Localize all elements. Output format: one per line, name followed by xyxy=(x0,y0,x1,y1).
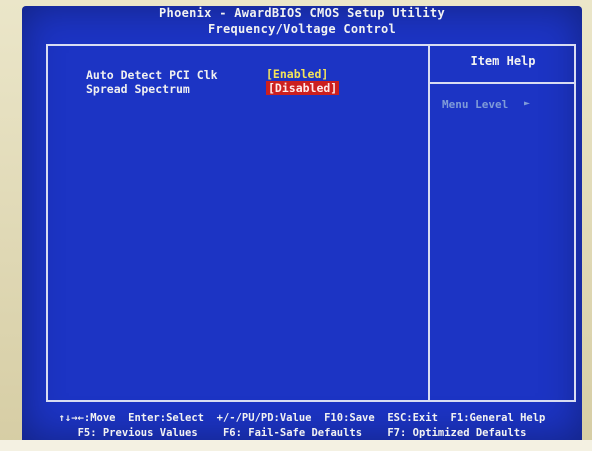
right-arrow-icon: ► xyxy=(524,98,531,109)
setting-label-auto-detect-pci-clk[interactable]: Auto Detect PCI Clk xyxy=(86,68,218,82)
footer-key-help-line1: ↑↓→←:Move Enter:Select +/-/PU/PD:Value F… xyxy=(58,412,546,424)
help-header-divider xyxy=(430,82,576,84)
monitor-bezel-bottom xyxy=(0,440,592,451)
footer-key-help-line2: F5: Previous Values F6: Fail-Safe Defaul… xyxy=(77,427,527,439)
bios-screen: Phoenix - AwardBIOS CMOS Setup Utility F… xyxy=(22,6,582,440)
panel-divider-vertical xyxy=(428,46,430,400)
setting-value-auto-detect-pci-clk[interactable]: [Enabled] xyxy=(266,67,328,81)
setting-label-spread-spectrum[interactable]: Spread Spectrum xyxy=(86,82,190,96)
menu-level-label: Menu Level xyxy=(442,98,509,111)
setting-value-spread-spectrum[interactable]: [Disabled] xyxy=(266,81,340,95)
settings-frame: Item Help Menu Level ► Auto Detect PCI C… xyxy=(46,44,576,402)
bios-title: Phoenix - AwardBIOS CMOS Setup Utility xyxy=(159,6,445,20)
item-help-title: Item Help xyxy=(470,54,536,68)
page-title: Frequency/Voltage Control xyxy=(207,22,397,36)
